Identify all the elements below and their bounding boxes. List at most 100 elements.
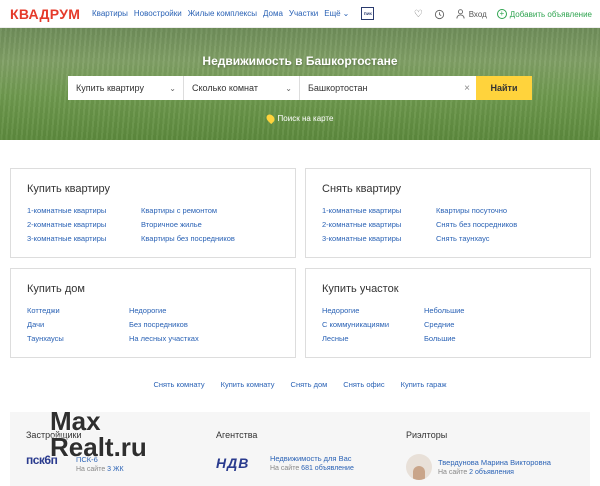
card-title[interactable]: Купить дом [27,283,85,295]
hero-banner: Недвижимость в Башкортостане Купить квар… [0,28,600,140]
link-column: Квартиры с ремонтом Вторичное жилье Квар… [141,207,235,243]
chevron-down-icon: ⌄ [169,83,176,93]
link-item[interactable]: Средние [424,321,464,329]
link-column: 1-комнатные квартиры 2-комнатные квартир… [322,207,401,243]
link-column: Недорогие Без посредников На лесных учас… [129,307,199,343]
developer-count-link[interactable]: 3 ЖК [107,466,123,473]
agency-stats: На сайте 681 объявление [270,465,354,472]
link-item[interactable]: 2-комнатные квартиры [322,221,401,229]
card-buy-house: Купить дом Коттеджи Дачи Таунхаусы Недор… [10,268,296,358]
agency-logo: НДВ [216,455,250,471]
rooms-select[interactable]: Сколько комнат ⌄ [184,76,300,100]
heart-icon[interactable]: ♡ [413,9,424,20]
close-icon[interactable]: × [464,83,470,94]
link-item[interactable]: Снять таунхаус [436,235,517,243]
card-buy-flat: Купить квартиру 1-комнатные квартиры 2-к… [10,168,296,258]
link-column: Небольшие Средние Большие [424,307,464,343]
deal-type-value: Купить квартиру [76,83,144,93]
history-icon[interactable] [434,9,445,20]
add-ad-label: Добавить объявление [509,9,592,19]
nav-plots[interactable]: Участки [289,9,318,18]
link-item[interactable]: 1-комнатные квартиры [322,207,401,215]
realtors-column: Риэлторы [406,430,447,440]
quick-link[interactable]: Купить гараж [401,380,447,389]
link-item[interactable]: 1-комнатные квартиры [27,207,106,215]
nav-new-buildings[interactable]: Новостройки [134,9,182,18]
link-item[interactable]: Таунхаусы [27,335,64,343]
chevron-down-icon: ⌄ [285,83,292,93]
link-item[interactable]: Недорогие [129,307,199,315]
link-column: Недорогие С коммуникациями Лесные [322,307,389,343]
developer-stats: На сайте 3 ЖК [76,466,124,473]
section-title: Агентства [216,430,258,440]
quick-links: Снять комнату Купить комнату Снять дом С… [0,380,600,389]
link-item[interactable]: Квартиры с ремонтом [141,207,235,215]
nav-complexes[interactable]: Жилые комплексы [188,9,257,18]
link-item[interactable]: Снять без посредников [436,221,517,229]
link-item[interactable]: 2-комнатные квартиры [27,221,106,229]
search-bar: Купить квартиру ⌄ Сколько комнат ⌄ Башко… [68,76,532,100]
realtor-name[interactable]: Твердунова Марина Викторовна [438,458,551,467]
link-item[interactable]: Квартиры без посредников [141,235,235,243]
quick-link[interactable]: Снять дом [291,380,328,389]
link-column: Коттеджи Дачи Таунхаусы [27,307,64,343]
quick-link[interactable]: Снять офис [343,380,384,389]
logo[interactable]: КВАДРУМ [10,6,92,22]
map-search-label: Поиск на карте [277,114,334,123]
section-title: Риэлторы [406,430,448,440]
realtor-count-link[interactable]: 2 объявления [469,469,514,476]
add-ad-link[interactable]: + Добавить объявление [496,9,592,19]
quick-link[interactable]: Купить комнату [221,380,275,389]
link-column: 1-комнатные квартиры 2-комнатные квартир… [27,207,106,243]
agencies-column: Агентства [216,430,257,440]
nav-houses[interactable]: Дома [263,9,283,18]
card-buy-plot: Купить участок Недорогие С коммуникациям… [305,268,591,358]
card-title[interactable]: Купить участок [322,283,399,295]
user-icon [455,9,466,20]
map-search-link[interactable]: Поиск на карте [0,112,600,125]
link-item[interactable]: Квартиры посуточно [436,207,517,215]
agency-name[interactable]: Недвижимость для Вас [270,454,354,463]
link-item[interactable]: С коммуникациями [322,321,389,329]
quick-link[interactable]: Снять комнату [153,380,204,389]
card-rent-flat: Снять квартиру 1-комнатные квартиры 2-ко… [305,168,591,258]
find-button[interactable]: Найти [476,76,532,100]
pik-logo[interactable]: ПИК [361,7,375,20]
link-item[interactable]: Большие [424,335,464,343]
link-item[interactable]: 3-комнатные квартиры [322,235,401,243]
watermark: Max Realt.ru [50,406,147,462]
link-item[interactable]: 3-комнатные квартиры [27,235,106,243]
realtor-entry[interactable]: Твердунова Марина Викторовна На сайте 2 … [406,454,551,480]
link-item[interactable]: Дачи [27,321,64,329]
rooms-value: Сколько комнат [192,83,258,93]
link-item[interactable]: Недорогие [322,307,389,315]
card-title[interactable]: Снять квартиру [322,183,401,195]
link-item[interactable]: На лесных участках [129,335,199,343]
header-actions: ♡ Вход + Добавить объявление [413,0,592,28]
link-item[interactable]: Лесные [322,335,389,343]
nav-more[interactable]: Ещё ⌄ [324,9,349,18]
realtor-stats: На сайте 2 объявления [438,469,514,476]
link-item[interactable]: Без посредников [129,321,199,329]
agency-entry[interactable]: НДВ Недвижимость для Вас На сайте 681 об… [216,454,354,472]
map-pin-icon [264,112,276,125]
hero-title: Недвижимость в Башкортостане [202,54,398,68]
avatar [406,454,432,480]
plus-icon: + [496,9,507,19]
link-column: Квартиры посуточно Снять без посредников… [436,207,517,243]
link-item[interactable]: Небольшие [424,307,464,315]
main-nav: Квартиры Новостройки Жилые комплексы Дом… [92,7,375,20]
card-title[interactable]: Купить квартиру [27,183,110,195]
login-label: Вход [468,9,487,19]
deal-type-select[interactable]: Купить квартиру ⌄ [68,76,184,100]
header: КВАДРУМ Квартиры Новостройки Жилые компл… [0,0,600,28]
location-value: Башкортостан [308,83,368,93]
link-item[interactable]: Коттеджи [27,307,64,315]
login-link[interactable]: Вход [455,9,487,20]
agency-count-link[interactable]: 681 объявление [301,465,354,472]
chevron-down-icon: ⌄ [342,9,350,18]
location-input[interactable]: Башкортостан × [300,76,476,100]
link-item[interactable]: Вторичное жилье [141,221,235,229]
nav-flats[interactable]: Квартиры [92,9,128,18]
nav-more-label: Ещё [324,9,341,18]
